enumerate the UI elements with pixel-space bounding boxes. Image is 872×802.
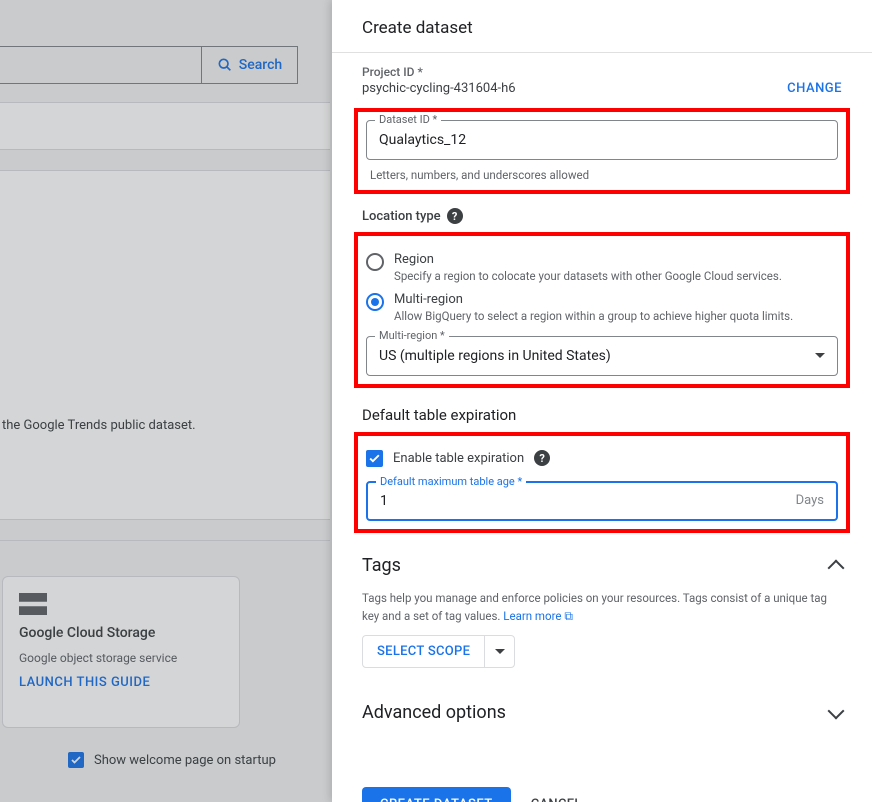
check-icon: [368, 452, 381, 465]
tags-title: Tags: [362, 555, 401, 576]
tags-description: Tags help you manage and enforce policie…: [362, 590, 842, 626]
radio-region[interactable]: Region Specify a region to colocate your…: [366, 252, 838, 284]
multiregion-value: US (multiple regions in United States): [379, 348, 815, 364]
enable-expiration-label: Enable table expiration: [393, 451, 524, 466]
caret-down-icon: [495, 649, 505, 654]
multiregion-select[interactable]: Multi-region * US (multiple regions in U…: [366, 336, 838, 376]
radio-region-title: Region: [394, 252, 782, 267]
multiregion-label: Multi-region *: [375, 329, 449, 342]
external-link-icon: ⧉: [564, 609, 573, 623]
table-age-label: Default maximum table age *: [376, 475, 526, 488]
create-dataset-button[interactable]: CREATE DATASET: [362, 787, 511, 802]
select-scope-label: SELECT SCOPE: [363, 636, 484, 667]
dataset-id-helper: Letters, numbers, and underscores allowe…: [370, 168, 834, 182]
dataset-id-label: Dataset ID *: [375, 113, 441, 126]
change-project-link[interactable]: CHANGE: [787, 81, 842, 96]
help-icon[interactable]: ?: [534, 450, 550, 466]
location-type-label: Location type ?: [362, 208, 842, 224]
advanced-title: Advanced options: [362, 702, 506, 723]
project-id-group: Project ID * psychic-cycling-431604-h6 C…: [362, 65, 842, 96]
caret-down-icon: [815, 353, 825, 358]
radio-icon[interactable]: [366, 253, 384, 271]
dataset-id-field[interactable]: Dataset ID *: [366, 120, 838, 160]
highlight-expiration: Enable table expiration ? Default maximu…: [354, 432, 850, 533]
help-icon[interactable]: ?: [447, 208, 463, 224]
create-dataset-panel: Create dataset Project ID * psychic-cycl…: [332, 0, 872, 802]
table-age-field[interactable]: Default maximum table age * Days: [366, 481, 838, 521]
advanced-section-header[interactable]: Advanced options: [362, 688, 842, 737]
modal-overlay: [0, 0, 332, 802]
tags-section-header[interactable]: Tags: [362, 541, 842, 590]
enable-expiration-checkbox[interactable]: [366, 450, 383, 467]
learn-more-link[interactable]: Learn more ⧉: [503, 609, 573, 623]
panel-title: Create dataset: [362, 18, 842, 38]
enable-expiration-row[interactable]: Enable table expiration ?: [366, 450, 838, 467]
radio-multi-sub: Allow BigQuery to select a region within…: [394, 309, 793, 324]
highlight-dataset-id: Dataset ID * Letters, numbers, and under…: [354, 108, 850, 194]
chevron-down-icon: [828, 702, 845, 719]
project-id-label: Project ID *: [362, 65, 842, 79]
chevron-up-icon: [828, 560, 845, 577]
radio-multiregion[interactable]: Multi-region Allow BigQuery to select a …: [366, 292, 838, 324]
project-id-value: psychic-cycling-431604-h6: [362, 81, 516, 96]
select-scope-dropdown[interactable]: [484, 636, 514, 667]
dataset-id-input[interactable]: [379, 132, 825, 148]
radio-multi-title: Multi-region: [394, 292, 793, 307]
radio-icon[interactable]: [366, 293, 384, 311]
footer-buttons: CREATE DATASET CANCEL: [362, 787, 842, 802]
table-age-input[interactable]: [380, 493, 796, 509]
panel-header: Create dataset: [332, 0, 872, 53]
radio-region-sub: Specify a region to colocate your datase…: [394, 269, 782, 284]
expiration-title: Default table expiration: [362, 406, 842, 424]
highlight-location: Region Specify a region to colocate your…: [354, 232, 850, 388]
select-scope-button[interactable]: SELECT SCOPE: [362, 635, 515, 668]
table-age-suffix: Days: [796, 493, 824, 508]
cancel-button[interactable]: CANCEL: [531, 797, 582, 802]
